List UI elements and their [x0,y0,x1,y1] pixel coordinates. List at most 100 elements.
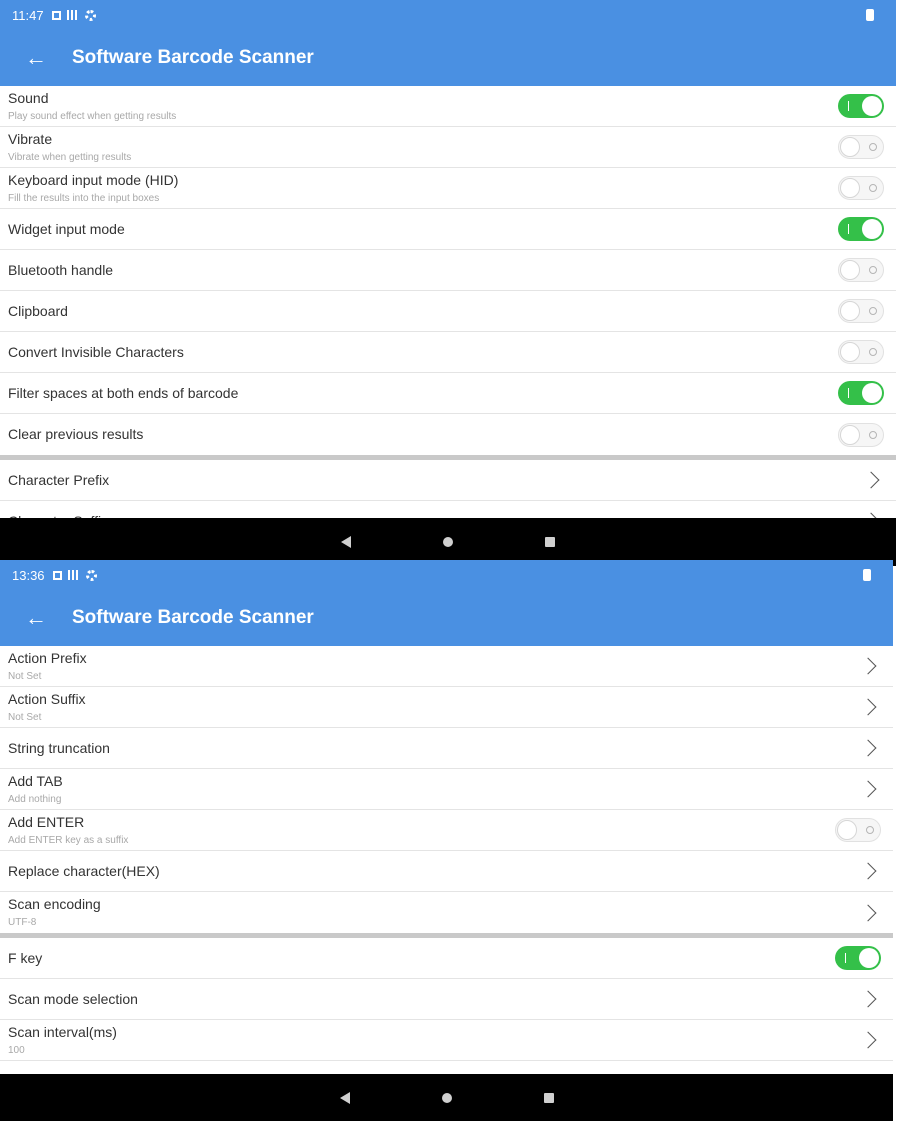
settings-status-icon [84,9,96,21]
setting-row-keyboard-input-mode[interactable]: Keyboard input mode (HID) Fill the result… [0,168,896,209]
setting-label: Replace character(HEX) [8,862,160,879]
setting-label: Clear previous results [8,426,144,442]
settings-list: Action Prefix Not Set Action Suffix Not Se… [0,646,893,1061]
setting-row-clear-previous-results[interactable]: Clear previous results [0,414,896,455]
chevron-right-icon[interactable] [857,859,881,883]
widget-input-mode-toggle[interactable] [838,217,884,241]
setting-description: Add ENTER key as a suffix [8,834,129,846]
setting-row-scan-mode-selection[interactable]: Scan mode selection [0,979,893,1020]
setting-row-vibrate[interactable]: Vibrate Vibrate when getting results [0,127,896,168]
setting-row-f-key[interactable]: F key [0,938,893,979]
setting-value: 100 [8,1044,25,1056]
page-title: Software Barcode Scanner [72,47,314,68]
nav-home-icon[interactable] [441,1092,452,1103]
keyboard-input-mode-toggle[interactable] [838,176,884,200]
page-title: Software Barcode Scanner [72,607,314,628]
filter-spaces-toggle[interactable] [838,381,884,405]
setting-row-add-tab[interactable]: Add TAB Add nothing [0,769,893,810]
battery-icon [866,9,874,21]
setting-label: F key [8,949,43,966]
barcode-status-icon [67,570,80,580]
setting-row-widget-input-mode[interactable]: Widget input mode [0,209,896,250]
settings-status-icon [85,569,97,581]
bluetooth-handle-toggle[interactable] [838,258,884,282]
barcode-status-icon [66,10,79,20]
setting-label: Scan encoding [8,896,101,912]
chevron-right-icon[interactable] [857,654,881,678]
setting-row-sound[interactable]: Sound Play sound effect when getting resu… [0,86,896,127]
chevron-right-icon[interactable] [857,901,881,925]
setting-label: Scan mode selection [8,990,138,1007]
setting-row-scan-encoding[interactable]: Scan encoding UTF-8 [0,892,893,933]
setting-value: Not Set [8,711,42,723]
setting-label: Bluetooth handle [8,261,114,278]
nav-recent-icon[interactable] [543,1092,554,1103]
notification-icon [52,570,62,580]
setting-row-string-truncation[interactable]: String truncation [0,728,893,769]
setting-label: Character Prefix [8,471,110,488]
status-bar: 11:47 [0,0,896,30]
app-bar: ← Software Barcode Scanner [0,590,893,646]
setting-value: Not Set [8,670,42,682]
nav-back-icon[interactable] [341,536,351,548]
setting-row-convert-invisible-characters[interactable]: Convert Invisible Characters [0,332,896,373]
setting-label: Clipboard [8,302,68,319]
setting-row-scan-interval[interactable]: Scan interval(ms) 100 [0,1020,893,1061]
chevron-right-icon[interactable] [857,987,881,1011]
setting-label: Keyboard input mode (HID) [8,171,179,188]
chevron-right-icon[interactable] [857,736,881,760]
battery-icon [863,569,871,581]
add-enter-toggle[interactable] [835,818,881,842]
setting-row-clipboard[interactable]: Clipboard [0,291,896,332]
setting-label: String truncation [8,739,110,756]
setting-description: Play sound effect when getting results [8,110,177,122]
app-bar: ← Software Barcode Scanner [0,30,896,86]
clipboard-toggle[interactable] [838,299,884,323]
setting-description: Vibrate when getting results [8,151,132,163]
nav-back-icon[interactable] [339,1091,350,1104]
setting-label: Widget input mode [8,220,125,237]
convert-invisible-characters-toggle[interactable] [838,340,884,364]
setting-value: UTF-8 [8,917,37,928]
clear-previous-results-toggle[interactable] [838,422,884,447]
settings-list: Sound Play sound effect when getting resu… [0,86,896,542]
back-arrow-icon[interactable]: ← [24,45,48,71]
screenshot-bottom: 13:36 ← Software Barcode Scanner Action … [0,560,893,1121]
setting-row-bluetooth-handle[interactable]: Bluetooth handle [0,250,896,291]
notification-icon [51,10,61,20]
status-time: 11:47 [12,7,44,23]
status-icons [51,9,96,21]
setting-row-character-prefix[interactable]: Character Prefix [0,460,896,501]
setting-label: Action Prefix [8,649,87,666]
chevron-right-icon[interactable] [857,1028,881,1052]
setting-label: Filter spaces at both ends of barcode [8,384,239,401]
sound-toggle[interactable] [838,94,884,118]
chevron-right-icon[interactable] [860,468,884,492]
vibrate-toggle[interactable] [838,135,884,159]
setting-label: Add TAB [8,772,63,789]
setting-label: Vibrate [8,130,53,147]
chevron-right-icon[interactable] [857,777,881,801]
setting-row-replace-character[interactable]: Replace character(HEX) [0,851,893,892]
system-nav-bar [0,518,896,566]
setting-row-filter-spaces[interactable]: Filter spaces at both ends of barcode [0,373,896,414]
status-time: 13:36 [12,567,45,583]
setting-value: Add nothing [8,793,62,805]
setting-row-action-suffix[interactable]: Action Suffix Not Set [0,687,893,728]
status-icons [52,569,97,581]
setting-row-action-prefix[interactable]: Action Prefix Not Set [0,646,893,687]
nav-recent-icon[interactable] [545,537,555,547]
chevron-right-icon[interactable] [857,695,881,719]
setting-label: Add ENTER [8,813,85,830]
nav-home-icon[interactable] [443,537,453,547]
status-bar: 13:36 [0,560,893,590]
setting-label: Sound [8,89,49,106]
setting-label: Action Suffix [8,690,86,707]
setting-label: Scan interval(ms) [8,1023,117,1040]
system-nav-bar [0,1074,893,1121]
setting-row-add-enter[interactable]: Add ENTER Add ENTER key as a suffix [0,810,893,851]
f-key-toggle[interactable] [835,946,881,970]
back-arrow-icon[interactable]: ← [24,605,48,631]
setting-description: Fill the results into the input boxes [8,192,160,204]
setting-label: Convert Invisible Characters [8,343,184,360]
